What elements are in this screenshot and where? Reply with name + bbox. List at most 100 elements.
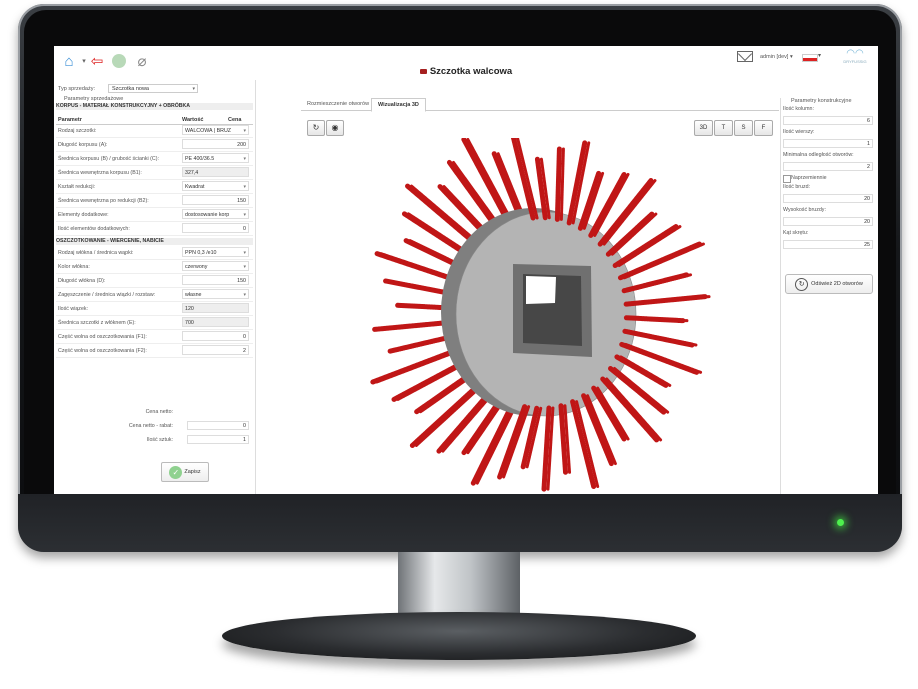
price-input[interactable]: 1 [187, 435, 249, 444]
bristle-tuft [559, 147, 565, 221]
price-row: Ilość sztuk: 1 [56, 434, 253, 446]
param-label: Kolor włókna: [58, 264, 90, 270]
view-front-button[interactable]: F [754, 120, 773, 136]
param-label: Część wolna od oszczotkowania (F2): [58, 348, 147, 354]
refresh-2d-button[interactable]: ↻ Odśwież 2D otworów [785, 274, 873, 294]
hub-hole-light [526, 276, 556, 304]
flag-pl-icon[interactable] [802, 54, 818, 62]
param-label: Średnica korpusu (B) / grubość ścianki (… [58, 156, 159, 162]
param-input[interactable]: 150 [182, 195, 249, 205]
price-row: Cena netto - rabat: 0 [56, 420, 253, 432]
param-row: Długość korpusu (A): 200 [56, 138, 253, 152]
save-label: Zapisz [184, 469, 201, 475]
field-input[interactable]: 2 [783, 162, 873, 171]
param-readonly: 327,4 [182, 167, 249, 177]
param-select[interactable]: PPN 0,3 /e10 [182, 247, 249, 257]
price-row: Cena netto: [56, 406, 253, 418]
field-label: Ilość kolumn: [783, 106, 814, 112]
col-value: Wartość [182, 117, 204, 123]
param-input[interactable]: 2 [182, 345, 249, 355]
param-row: Średnica wewnętrzna po redukcji (B2): 150 [56, 194, 253, 208]
param-label: Średnica wewnętrzna po redukcji (B2): [58, 198, 149, 204]
field-input[interactable]: 6 [783, 116, 873, 125]
bristle-tuft [554, 146, 562, 222]
construction-legend: Parametry konstrukcyjne [791, 98, 852, 104]
field-label: Kąt skrętu: [783, 230, 809, 236]
param-select[interactable]: WALCOWA | BRUZ [182, 125, 249, 135]
field-input[interactable]: 20 [783, 217, 873, 226]
view-side-button[interactable]: S [734, 120, 753, 136]
sale-type-label: Typ sprzedaży: [58, 86, 95, 92]
top-toolbar: ⌂ ▾ ⇦ ⌀ Szczotka walcowa admin [dev] ▾ ▾… [54, 46, 878, 80]
bristle-tuft [613, 367, 670, 414]
col-param: Parametr [58, 117, 82, 123]
param-label: Ilość elementów dodatkowych: [58, 226, 130, 232]
sale-type-select[interactable]: Szczotka nowa ▾ [108, 84, 198, 93]
param-select[interactable]: własne [182, 289, 249, 299]
tab-hole-layout[interactable]: Rozmieszczenie otworów [301, 98, 375, 110]
construction-parameters-panel: Parametry konstrukcyjne Ilość kolumn: 6 Il… [780, 98, 877, 494]
param-select[interactable]: Kwadrat [182, 181, 249, 191]
price-input[interactable]: 0 [187, 421, 249, 430]
field-input[interactable]: 1 [783, 139, 873, 148]
param-input[interactable]: 0 [182, 223, 249, 233]
param-row: Średnica wewnętrzna korpusu (B1): 327,4 [56, 166, 253, 180]
field-input[interactable]: 20 [783, 194, 873, 203]
alternate-label: Naprzemiennie [791, 175, 827, 181]
rotate-icon[interactable]: ↻ [307, 120, 325, 136]
col-price: Cena [228, 117, 242, 123]
mail-icon[interactable] [737, 51, 753, 62]
param-row: Zagęszczenie / średnica wiązki / rozstaw… [56, 288, 253, 302]
param-row: Część wolna od oszczotkowania (F1): 0 [56, 330, 253, 344]
param-select[interactable]: PE 400/36.5 [182, 153, 249, 163]
chevron-down-icon[interactable]: ▾ [818, 52, 821, 59]
monitor-chin [18, 494, 902, 552]
bristle-tuft [626, 273, 693, 293]
brush-icon [419, 68, 427, 74]
page-title-text: Szczotka walcowa [429, 66, 513, 77]
sales-legend: Parametry sprzedażowe [64, 96, 124, 102]
param-label: Długość korpusu (A): [58, 142, 108, 148]
param-input[interactable]: 200 [182, 139, 249, 149]
view-3d-button[interactable]: 3D [694, 120, 713, 136]
tab-3d-view[interactable]: Wizualizacja 3D [371, 98, 426, 112]
section-title-bristle: OSZCZOTKOWANIE - WIERCENIE, NABICIE [56, 238, 253, 245]
field-label: Minimalna odległość otworów: [783, 152, 854, 158]
param-row: Rodzaj szczotki: WALCOWA | BRUZ [56, 124, 253, 138]
param-select[interactable]: czerwony [182, 261, 249, 271]
check-icon: ✓ [169, 465, 183, 479]
param-readonly: 700 [182, 317, 249, 327]
param-input[interactable]: 0 [182, 331, 249, 341]
visualization-panel: Rozmieszczenie otworów Wizualizacja 3D ↻… [301, 98, 779, 494]
param-row: Kształt redukcji: Kwadrat [56, 180, 253, 194]
param-label: Rodzaj szczotki: [58, 128, 97, 134]
chevron-down-icon: ▾ [192, 86, 195, 92]
camera-icon[interactable]: ◉ [326, 120, 344, 136]
tab-bar: Rozmieszczenie otworów Wizualizacja 3D [301, 98, 779, 112]
price-label: Cena netto: [145, 409, 173, 415]
param-label: Średnica szczotki z włóknem (E): [58, 320, 136, 326]
view-top-button[interactable]: T [714, 120, 733, 136]
sale-type-value: Szczotka nowa [112, 86, 149, 92]
refresh-label: Odśwież 2D otworów [811, 281, 863, 287]
param-label: Część wolna od oszczotkowania (F1): [58, 334, 147, 340]
field-label: Ilość wierszy: [783, 129, 815, 135]
param-label: Rodzaj włókna / średnica wąpki: [58, 250, 134, 256]
param-row: Średnica szczotki z włóknem (E): 700 [56, 316, 253, 330]
param-row: Ilość wiązek: 120 [56, 302, 253, 316]
param-row: Elementy dodatkowe: dostosowanie korp [56, 208, 253, 222]
param-label: Ilość wiązek: [58, 306, 89, 312]
user-menu[interactable]: admin [dev] ▾ [760, 54, 793, 60]
section-title-body: KORPUS - MATERIAŁ KONSTRUKCYJNY + OBRÓBK… [56, 103, 253, 110]
param-label: Kształt redukcji: [58, 184, 96, 190]
page-title: Szczotka walcowa [54, 66, 878, 77]
alternate-checkbox[interactable] [783, 175, 791, 183]
param-select[interactable]: dostosowanie korp [182, 209, 249, 219]
price-label: Cena netto - rabat: [128, 423, 173, 429]
save-button[interactable]: ✓ Zapisz [161, 462, 209, 482]
field-input[interactable]: 25 [783, 240, 873, 249]
param-input[interactable]: 150 [182, 275, 249, 285]
param-row: Średnica korpusu (B) / grubość ścianki (… [56, 152, 253, 166]
screen: ⌂ ▾ ⇦ ⌀ Szczotka walcowa admin [dev] ▾ ▾… [54, 46, 878, 494]
brush-3d-canvas[interactable] [301, 138, 779, 494]
